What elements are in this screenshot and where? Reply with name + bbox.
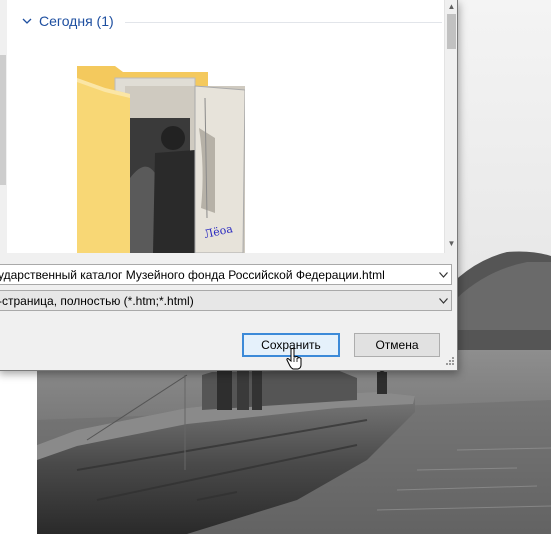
resize-grip-icon[interactable] <box>445 356 455 366</box>
file-list-pane[interactable]: Сегодня (1) Лёоа <box>7 0 444 254</box>
navigation-pane-scrollbar[interactable] <box>0 0 7 253</box>
cancel-button[interactable]: Отмена <box>354 333 440 357</box>
navigation-pane-scroll-thumb[interactable] <box>0 55 6 185</box>
scroll-up-icon[interactable]: ▲ <box>446 1 457 13</box>
file-name-dropdown-icon[interactable] <box>435 265 451 284</box>
save-as-dialog: Сегодня (1) Лёоа ▲ ▼ ударственный катало… <box>0 0 458 371</box>
folder-thumbnail-icon: Лёоа <box>77 66 246 254</box>
file-name-input[interactable]: ударственный каталог Музейного фонда Рос… <box>0 264 452 285</box>
file-type-value: -страница, полностью (*.htm;*.html) <box>0 293 194 308</box>
file-type-select[interactable]: -страница, полностью (*.htm;*.html) <box>0 290 452 311</box>
hand-pointer-icon <box>286 348 302 370</box>
group-divider <box>125 22 442 23</box>
file-type-dropdown-icon[interactable] <box>435 291 451 310</box>
chevron-down-icon <box>22 18 32 24</box>
file-list-scroll-thumb[interactable] <box>447 14 456 49</box>
group-header-label: Сегодня (1) <box>39 13 114 29</box>
scroll-down-icon[interactable]: ▼ <box>446 238 457 250</box>
cancel-button-label: Отмена <box>375 338 419 352</box>
file-name-value: ударственный каталог Музейного фонда Рос… <box>0 267 385 282</box>
group-header-today[interactable]: Сегодня (1) <box>22 12 114 30</box>
folder-item[interactable]: Лёоа <box>75 58 246 254</box>
file-list-scrollbar[interactable]: ▲ ▼ <box>444 0 457 253</box>
